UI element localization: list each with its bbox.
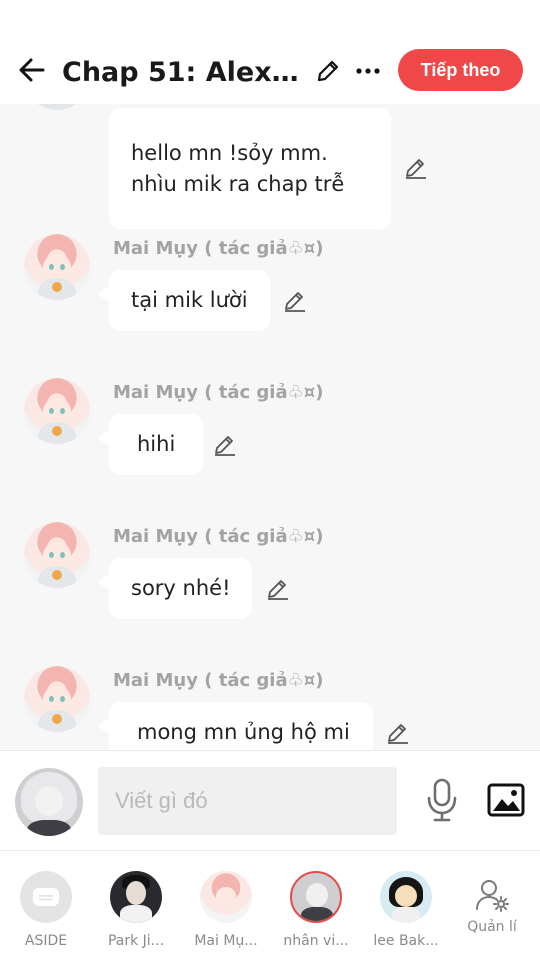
back-button[interactable]	[14, 52, 50, 88]
pencil-icon	[317, 60, 339, 82]
character-label: Quản lí	[467, 919, 517, 935]
edit-message-button[interactable]	[212, 432, 238, 458]
chat-bubble-icon	[33, 888, 59, 906]
more-options-button[interactable]	[352, 55, 384, 87]
image-icon	[487, 783, 525, 817]
pencil-icon	[406, 159, 426, 179]
more-dots-icon	[356, 68, 380, 74]
message-text: hihi	[137, 432, 176, 456]
message-bubble[interactable]: sory nhé!	[96, 558, 253, 619]
arrow-left-icon	[19, 58, 45, 82]
pencil-icon	[268, 580, 288, 600]
character-label: lee Bak...	[373, 933, 439, 949]
message-input[interactable]	[98, 767, 397, 835]
character-label: ASIDE	[24, 933, 68, 949]
character-avatar	[200, 871, 252, 923]
edit-message-button[interactable]	[265, 576, 291, 602]
chapter-title: Chap 51: Alex v...	[62, 57, 304, 88]
character-label: Park Ji...	[107, 933, 165, 949]
author-name: Mai Mụy ( tác giả♧¤)	[113, 382, 324, 403]
character-avatar	[380, 871, 432, 923]
message-text: sory nhé!	[131, 576, 231, 600]
message-bubble[interactable]: hello mn !sỏy mm. nhìu mik ra chap trễ	[109, 108, 391, 229]
message-line: nhìu mik ra chap trễ	[131, 171, 345, 196]
pencil-icon	[388, 724, 408, 744]
character-avatar	[290, 871, 342, 923]
image-button[interactable]	[486, 781, 526, 819]
message-text: tại mik lười	[131, 288, 248, 312]
message-line: hello mn !sỏy mm.	[131, 140, 328, 165]
microphone-icon	[427, 778, 457, 822]
next-chapter-button[interactable]: Tiếp theo	[398, 49, 523, 91]
message-bubble[interactable]: tại mik lười	[97, 270, 270, 331]
author-name: Mai Mụy ( tác giả♧¤)	[113, 670, 324, 691]
pencil-icon	[285, 292, 305, 312]
author-avatar[interactable]	[24, 522, 90, 588]
manage-characters-button[interactable]: Quản lí	[446, 851, 536, 960]
character-label: Mai Mụ...	[194, 933, 258, 949]
edit-message-button[interactable]	[403, 155, 429, 181]
character-aside[interactable]: ASIDE	[0, 851, 90, 960]
voice-button[interactable]	[422, 777, 462, 823]
pencil-icon	[215, 436, 235, 456]
user-gear-icon	[466, 869, 518, 921]
author-avatar[interactable]	[24, 234, 90, 300]
character-lee[interactable]: lee Bak...	[360, 851, 450, 960]
author-name: Mai Mụy ( tác giả♧¤)	[113, 526, 324, 547]
message-bubble[interactable]: hihi	[96, 414, 204, 475]
chapter-header: Chap 51: Alex v... Tiếp theo	[0, 0, 540, 104]
current-character-avatar[interactable]	[15, 768, 83, 836]
character-bar: ASIDE Park Ji... Mai Mụ... nhân vi... le…	[0, 850, 540, 960]
edit-message-button[interactable]	[385, 720, 411, 746]
message-bubble[interactable]: mong mn ủng hộ mi	[97, 702, 373, 750]
author-avatar[interactable]	[24, 378, 90, 444]
composer-bar	[0, 750, 540, 850]
author-avatar[interactable]	[24, 104, 90, 110]
character-label: nhân vi...	[283, 933, 349, 949]
character-nhan-vien[interactable]: nhân vi...	[270, 851, 360, 960]
author-name: Mai Mụy ( tác giả♧¤)	[113, 238, 324, 259]
edit-title-button[interactable]	[312, 55, 344, 87]
character-park[interactable]: Park Ji...	[90, 851, 180, 960]
character-mai[interactable]: Mai Mụ...	[180, 851, 270, 960]
chat-area[interactable]: hello mn !sỏy mm. nhìu mik ra chap trễ M…	[0, 104, 540, 750]
edit-message-button[interactable]	[282, 288, 308, 314]
author-avatar[interactable]	[24, 666, 90, 732]
message-text: mong mn ủng hộ mi	[137, 720, 350, 744]
character-avatar	[110, 871, 162, 923]
aside-avatar	[20, 871, 72, 923]
